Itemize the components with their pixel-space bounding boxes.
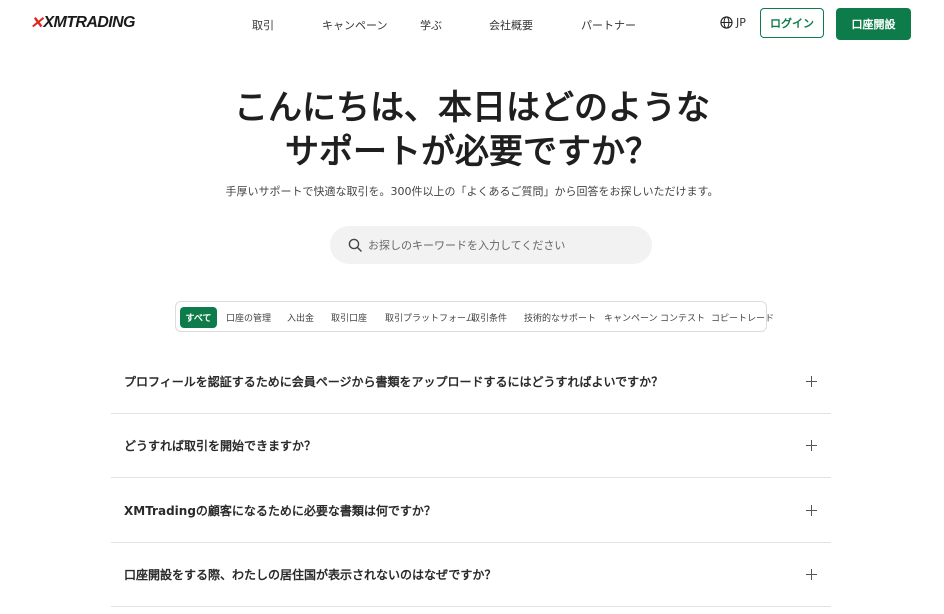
- faq-question: 口座開設をする際、わたしの居住国が表示されないのはなぜですか？: [124, 568, 497, 582]
- tab-all[interactable]: すべて: [180, 307, 217, 328]
- faq-item[interactable]: プロフィールを認証するために会員ページから書類をアップロードするにはどうすればよ…: [111, 350, 831, 414]
- tab-trading-conditions[interactable]: 取引条件: [471, 307, 507, 328]
- faq-question: プロフィールを認証するために会員ページから書類をアップロードするにはどうすればよ…: [124, 375, 664, 389]
- site-header: ✕ XMTRADING 取引 キャンペーン 学ぶ 会社概要 パートナー JP ログ…: [0, 0, 944, 48]
- tab-trading-platforms[interactable]: 取引プラットフォーム: [385, 307, 475, 328]
- tab-copy-trade[interactable]: コピートレード: [711, 307, 774, 328]
- category-tabs: すべて 口座の管理 入出金 取引口座 取引プラットフォーム 取引条件 技術的なサ…: [175, 301, 774, 332]
- page-subtitle: 手厚いサポートで快適な取引を。300件以上の「よくあるご質問」から回答をお探しい…: [225, 185, 719, 198]
- plus-icon: [806, 569, 817, 580]
- page-title-line2: サポートが必要ですか？: [285, 132, 659, 172]
- search-box[interactable]: [330, 226, 652, 264]
- login-button[interactable]: ログイン: [760, 8, 824, 38]
- nav-item-learn[interactable]: 学ぶ: [420, 17, 442, 33]
- nav-item-about[interactable]: 会社概要: [489, 17, 533, 33]
- search-input[interactable]: [368, 238, 638, 252]
- faq-item[interactable]: 口座開設をする際、わたしの居住国が表示されないのはなぜですか？: [111, 543, 831, 607]
- open-account-button[interactable]: 口座開設: [836, 8, 911, 40]
- tab-technical-support[interactable]: 技術的なサポート: [524, 307, 596, 328]
- tab-trading-accounts[interactable]: 取引口座: [331, 307, 367, 328]
- plus-icon: [806, 440, 817, 451]
- tab-contests[interactable]: コンテスト: [660, 307, 705, 328]
- faq-question: XMTradingの顧客になるために必要な書類は何ですか？: [124, 504, 436, 518]
- search-icon: [348, 238, 362, 252]
- nav-item-campaigns[interactable]: キャンペーン: [322, 17, 387, 33]
- faq-item[interactable]: XMTradingの顧客になるために必要な書類は何ですか？: [111, 479, 831, 543]
- page-title: こんにちは、本日はどのような サポートが必要ですか？: [0, 86, 944, 174]
- plus-icon: [806, 505, 817, 516]
- language-selector[interactable]: JP: [720, 16, 746, 29]
- tab-campaigns[interactable]: キャンペーン: [604, 307, 658, 328]
- tab-deposits-withdrawals[interactable]: 入出金: [287, 307, 314, 328]
- tab-account-management[interactable]: 口座の管理: [226, 307, 271, 328]
- faq-item[interactable]: どうすれば取引を開始できますか？: [111, 414, 831, 478]
- nav-item-partners[interactable]: パートナー: [581, 17, 636, 33]
- page-title-line1: こんにちは、本日はどのような: [234, 88, 710, 128]
- language-code: JP: [736, 16, 746, 29]
- nav-item-trading[interactable]: 取引: [252, 17, 274, 33]
- faq-question: どうすれば取引を開始できますか？: [124, 439, 317, 453]
- plus-icon: [806, 376, 817, 387]
- globe-icon: [720, 16, 733, 29]
